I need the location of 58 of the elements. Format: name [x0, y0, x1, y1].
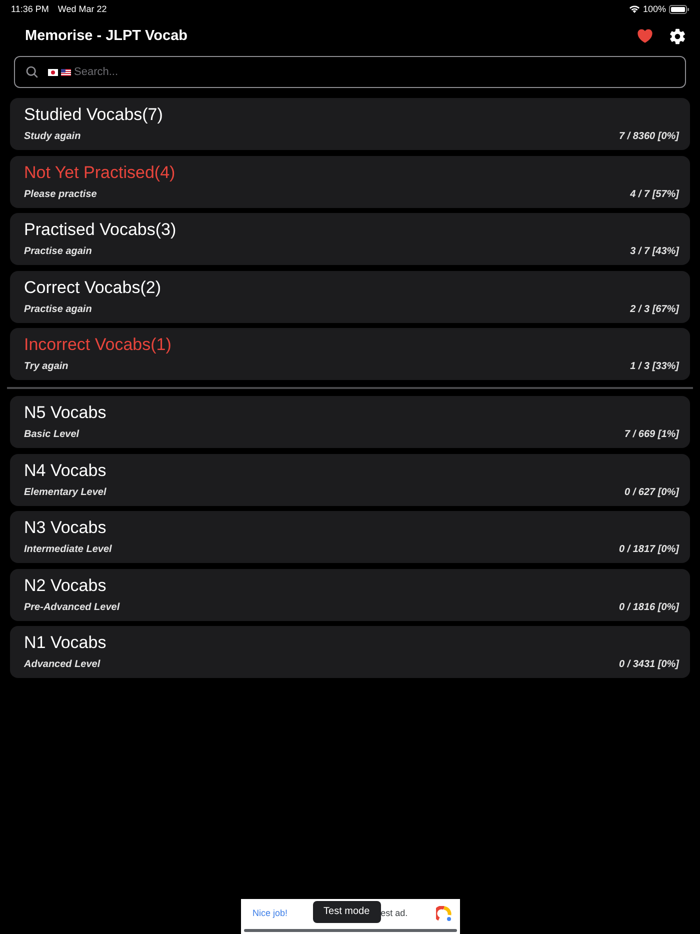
- card-title: Practised Vocabs(3): [24, 219, 176, 241]
- us-flag-icon: [61, 68, 71, 76]
- list-card[interactable]: N5 Vocabs Basic Level 7 / 669 [1%]: [10, 396, 690, 448]
- progress-count: 0 / 1816 [0%]: [618, 600, 679, 614]
- card-title: N1 Vocabs: [24, 632, 106, 654]
- battery-icon: [669, 4, 689, 14]
- progress-count: 3 / 7 [43%]: [630, 245, 679, 259]
- card-title: N3 Vocabs: [24, 517, 106, 539]
- progress-count: 0 / 627 [0%]: [624, 486, 679, 500]
- settings-icon[interactable]: [669, 28, 686, 44]
- japan-flag-icon: [48, 68, 58, 76]
- search-icon: [25, 65, 39, 79]
- card-subtitle: Intermediate Level: [24, 543, 112, 557]
- card-subtitle: Pre-Advanced Level: [24, 600, 120, 614]
- progress-count: 4 / 7 [57%]: [630, 188, 679, 202]
- app-title: Memorise - JLPT Vocab: [25, 27, 188, 46]
- card-subtitle: Practise again: [24, 302, 92, 316]
- list-card[interactable]: N2 Vocabs Pre-Advanced Level 0 / 1816 [0%]: [10, 568, 690, 620]
- progress-count: 0 / 1817 [0%]: [618, 543, 679, 557]
- progress-count: 7 / 8360 [0%]: [618, 130, 679, 144]
- card-title: N5 Vocabs: [24, 402, 106, 424]
- list-card[interactable]: N3 Vocabs Intermediate Level 0 / 1817 [0%]: [10, 511, 690, 563]
- card-subtitle: Study again: [24, 130, 81, 144]
- card-title: Correct Vocabs(2): [24, 276, 161, 298]
- list-card[interactable]: Correct Vocabs(2) Practise again 2 / 3 [67%]: [10, 270, 690, 322]
- status-date: Wed Mar 22: [58, 3, 107, 15]
- list-card[interactable]: N4 Vocabs Elementary Level 0 / 627 [0%]: [10, 454, 690, 506]
- card-title: Incorrect Vocabs(1): [24, 334, 172, 356]
- card-subtitle: Please practise: [24, 188, 97, 202]
- progress-count: 2 / 3 [67%]: [630, 302, 679, 316]
- ad-message[interactable]: Nice job!: [252, 907, 288, 921]
- card-subtitle: Practise again: [24, 245, 92, 259]
- battery-percent: 100%: [642, 3, 666, 15]
- list-card[interactable]: Studied Vocabs(7) Study again 7 / 8360 [0%]: [10, 98, 690, 150]
- progress-count: 1 / 3 [33%]: [630, 360, 679, 374]
- card-subtitle: Elementary Level: [24, 486, 106, 500]
- card-subtitle: Basic Level: [24, 428, 80, 442]
- status-time: 11:36 PM: [11, 3, 49, 15]
- card-title: Studied Vocabs(7): [24, 104, 163, 126]
- ad-text: est ad.: [380, 907, 408, 920]
- heart-icon[interactable]: [636, 27, 654, 45]
- ad-banner[interactable]: Nice job! Test mode est ad.: [240, 899, 460, 934]
- list-card[interactable]: Practised Vocabs(3) Practise again 3 / 7 [43%]: [10, 213, 690, 265]
- card-subtitle: Advanced Level: [24, 658, 100, 672]
- wifi-icon: [628, 5, 640, 13]
- card-title: N4 Vocabs: [24, 460, 106, 482]
- progress-count: 0 / 3431 [0%]: [618, 658, 679, 672]
- ring-logo-icon: [436, 906, 452, 922]
- search-placeholder: Search...: [74, 64, 118, 80]
- list-card[interactable]: Not Yet Practised(4) Please practise 4 / 7 [57%]: [10, 156, 690, 208]
- list-card[interactable]: N1 Vocabs Advanced Level 0 / 3431 [0%]: [10, 626, 690, 678]
- card-subtitle: Try again: [24, 360, 68, 374]
- card-title: N2 Vocabs: [24, 574, 106, 596]
- search-field[interactable]: Search...: [14, 56, 686, 88]
- list-card[interactable]: Incorrect Vocabs(1) Try again 1 / 3 [33%]: [10, 328, 690, 380]
- test-mode-badge: Test mode: [312, 901, 381, 923]
- card-title: Not Yet Practised(4): [24, 162, 176, 184]
- progress-count: 7 / 669 [1%]: [624, 428, 679, 442]
